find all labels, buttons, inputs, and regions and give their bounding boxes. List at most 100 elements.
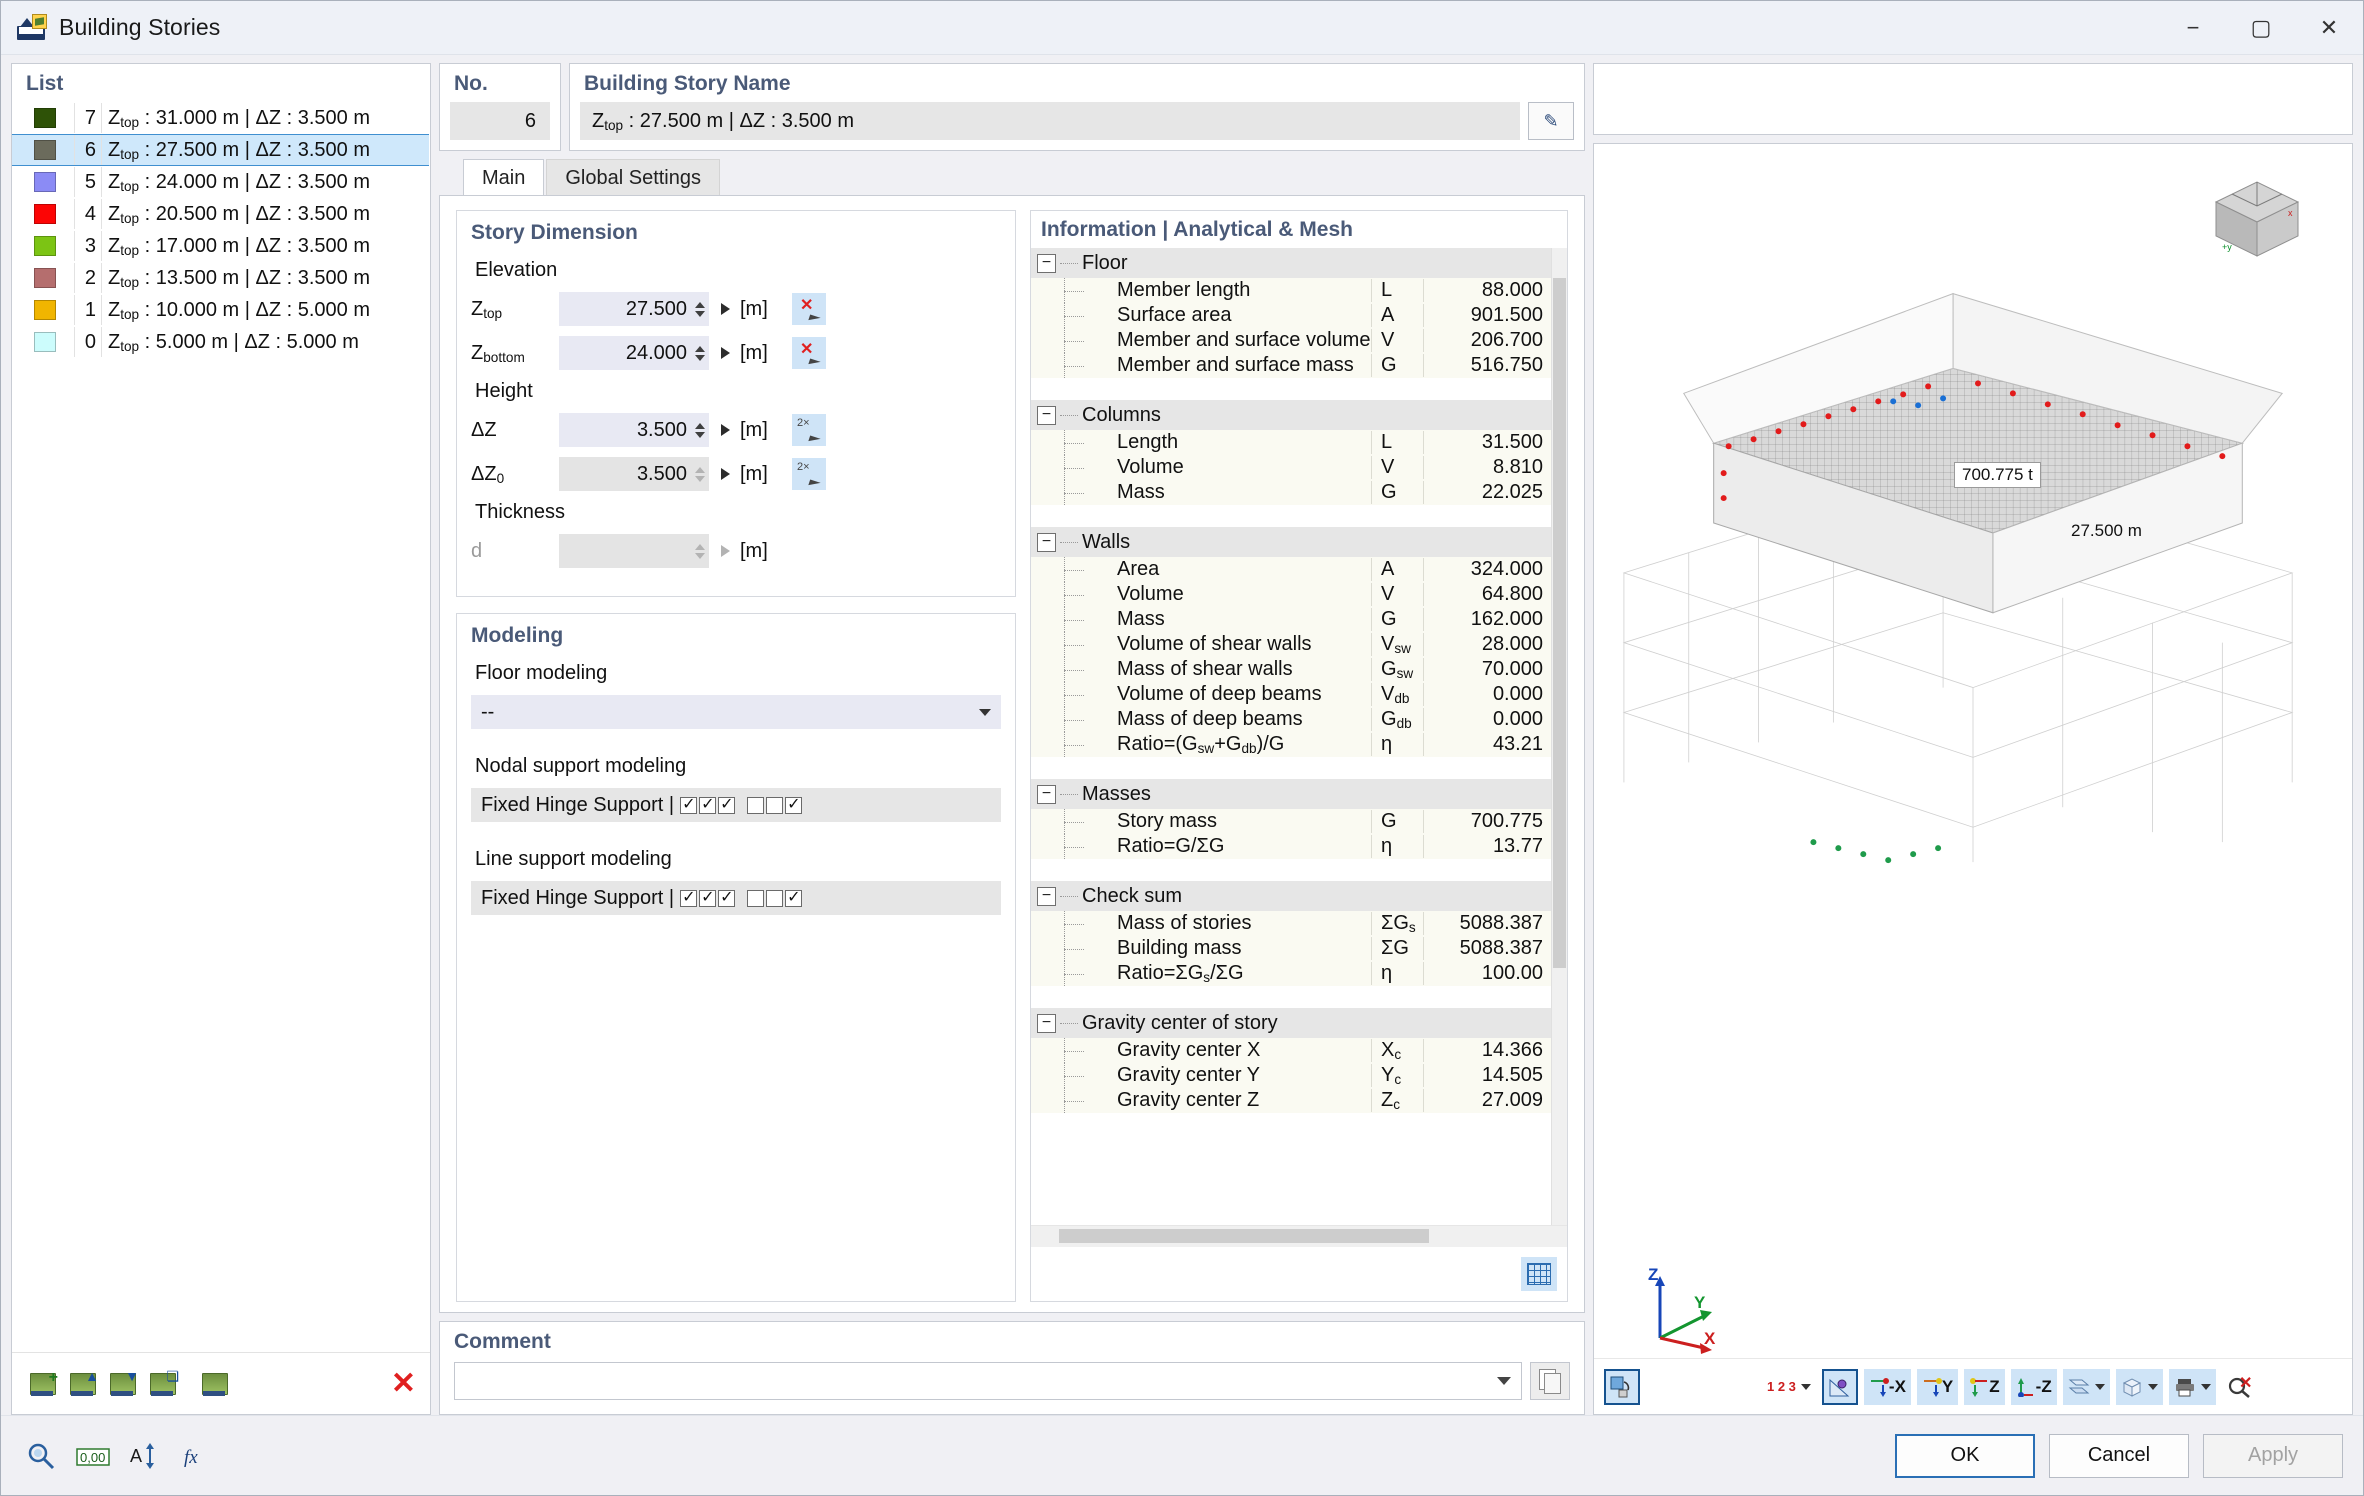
checkbox-uy[interactable] [699, 794, 717, 814]
dz0-expand-icon[interactable] [721, 468, 730, 480]
info-group-header[interactable]: − Walls [1031, 527, 1551, 557]
clear-selection-icon[interactable]: ✕ [2222, 1369, 2258, 1405]
ztop-pick-button[interactable]: ✕ [792, 293, 826, 325]
line-checkbox-phiz[interactable] [785, 887, 803, 907]
zbottom-input[interactable]: 24.000 [559, 336, 709, 370]
delete-story-button[interactable]: ✕ [391, 1368, 416, 1399]
maximize-button[interactable]: ▢ [2227, 1, 2295, 54]
dz-pick-button[interactable]: 2× [792, 414, 826, 446]
copy-icon[interactable] [1530, 1362, 1570, 1400]
ztop-value: 27.500 [625, 297, 687, 320]
zbottom-expand-icon[interactable] [721, 347, 730, 359]
line-checkbox-phiy[interactable] [766, 889, 784, 907]
story-name-input[interactable]: Ztop : 27.500 m | ΔZ : 3.500 m [580, 102, 1520, 140]
chevron-down-icon[interactable] [1497, 1377, 1511, 1385]
edit-name-icon[interactable]: ✎ [1528, 102, 1574, 140]
info-group-header[interactable]: − Gravity center of story [1031, 1008, 1551, 1038]
scroll-thumb[interactable] [1553, 278, 1566, 968]
ztop-input[interactable]: 27.500 [559, 292, 709, 326]
line-support-value-field[interactable]: Fixed Hinge Support | [471, 881, 1001, 915]
renumber-stories-icon[interactable] [198, 1368, 232, 1400]
info-group-header[interactable]: − Masses [1031, 779, 1551, 809]
information-tree[interactable]: − Floor Member length L 88.000 Surface area A 9… [1031, 248, 1551, 1225]
view-minus-z-icon[interactable]: -Z [2010, 1368, 2057, 1405]
collapse-icon[interactable]: − [1037, 886, 1056, 906]
list-item[interactable]: 5 Ztop : 24.000 m | ΔZ : 3.500 m [12, 166, 430, 198]
apply-button[interactable]: Apply [2203, 1433, 2343, 1478]
cancel-button[interactable]: Cancel [2049, 1433, 2189, 1478]
collapse-icon[interactable]: − [1037, 784, 1056, 804]
dz0-input[interactable]: 3.500 [559, 457, 709, 491]
navigation-cube[interactable]: +y x [2202, 172, 2312, 262]
list-item[interactable]: 6 Ztop : 27.500 m | ΔZ : 3.500 m [12, 134, 429, 166]
checkbox-phix[interactable] [747, 796, 765, 814]
hscroll-thumb[interactable] [1059, 1229, 1429, 1243]
units-icon[interactable]: 0,00 [73, 1436, 113, 1476]
list-item[interactable]: 3 Ztop : 17.000 m | ΔZ : 3.500 m [12, 230, 430, 262]
measure-icon[interactable] [1821, 1368, 1858, 1405]
view-x-icon[interactable]: -X [1863, 1368, 1911, 1405]
collapse-icon[interactable]: − [1037, 253, 1056, 273]
info-table-icon[interactable] [1521, 1257, 1557, 1291]
collapse-icon[interactable]: − [1037, 405, 1056, 425]
ztop-stepper[interactable] [695, 301, 709, 317]
tree-guides [1031, 1088, 1117, 1113]
dz-input[interactable]: 3.500 [559, 413, 709, 447]
print-icon[interactable] [2168, 1368, 2216, 1405]
information-horizontal-scrollbar[interactable] [1031, 1225, 1567, 1247]
dz-stepper[interactable] [695, 422, 709, 438]
info-group-header[interactable]: − Floor [1031, 248, 1551, 278]
info-group-header[interactable]: − Check sum [1031, 881, 1551, 911]
chevron-down-icon[interactable] [2147, 1383, 2158, 1390]
dz0-pick-button[interactable]: 2× [792, 458, 826, 490]
line-checkbox-ux[interactable] [680, 887, 698, 907]
find-icon[interactable] [21, 1436, 61, 1476]
dz-expand-icon[interactable] [721, 424, 730, 436]
floor-modeling-select[interactable]: -- [471, 695, 1001, 729]
formula-icon[interactable]: fx [177, 1436, 217, 1476]
ok-button[interactable]: OK [1895, 1433, 2035, 1478]
list-item[interactable]: 0 Ztop : 5.000 m | ΔZ : 5.000 m [12, 326, 430, 358]
nodal-support-value-field[interactable]: Fixed Hinge Support | [471, 788, 1001, 822]
view-z-icon[interactable]: Z [1964, 1368, 2005, 1405]
line-checkbox-uz[interactable] [718, 887, 736, 907]
insert-story-above-icon[interactable]: ▲ [66, 1368, 100, 1400]
tab-global-settings[interactable]: Global Settings [546, 159, 720, 195]
numbering-icon[interactable]: 1 2 3 [1762, 1369, 1816, 1405]
list-item[interactable]: 4 Ztop : 20.500 m | ΔZ : 3.500 m [12, 198, 430, 230]
model-viewport[interactable]: +y x 700.775 t 27.500 m Z Y X 1 2 3 -X Y… [1593, 143, 2353, 1415]
duplicate-story-icon[interactable]: ❏ [146, 1368, 180, 1400]
collapse-icon[interactable]: − [1037, 1013, 1056, 1033]
minimize-button[interactable]: − [2159, 1, 2227, 54]
section-icon[interactable] [2062, 1368, 2110, 1405]
checkbox-phiy[interactable] [766, 796, 784, 814]
chevron-down-icon[interactable] [2094, 1383, 2105, 1390]
information-vertical-scrollbar[interactable] [1551, 248, 1567, 1225]
close-button[interactable]: ✕ [2295, 1, 2363, 54]
info-group-header[interactable]: − Columns [1031, 400, 1551, 430]
chevron-down-icon[interactable] [2200, 1383, 2211, 1390]
ztop-expand-icon[interactable] [721, 303, 730, 315]
render-mode-icon[interactable] [1604, 1368, 1640, 1405]
checkbox-phiz[interactable] [785, 794, 803, 814]
info-group-rows: Gravity center X Xc 14.366 Gravity center Y… [1031, 1038, 1551, 1113]
comment-input[interactable] [454, 1362, 1522, 1400]
story-list[interactable]: 7 Ztop : 31.000 m | ΔZ : 3.500 m 6 Ztop : 2… [12, 102, 430, 1352]
zbottom-pick-button[interactable]: ✕ [792, 337, 826, 369]
insert-story-below-icon[interactable]: ▼ [106, 1368, 140, 1400]
collapse-icon[interactable]: − [1037, 532, 1056, 552]
checkbox-ux[interactable] [680, 794, 698, 814]
settings-icon[interactable]: A [125, 1436, 165, 1476]
tab-main[interactable]: Main [463, 159, 545, 195]
chevron-down-icon[interactable] [1800, 1383, 1811, 1390]
list-item[interactable]: 1 Ztop : 10.000 m | ΔZ : 5.000 m [12, 294, 430, 326]
line-checkbox-phix[interactable] [747, 889, 765, 907]
zbottom-stepper[interactable] [695, 345, 709, 361]
list-item[interactable]: 7 Ztop : 31.000 m | ΔZ : 3.500 m [12, 102, 430, 134]
new-story-icon[interactable]: + [26, 1368, 60, 1400]
checkbox-uz[interactable] [718, 794, 736, 814]
box-view-icon[interactable] [2115, 1368, 2163, 1405]
list-item[interactable]: 2 Ztop : 13.500 m | ΔZ : 3.500 m [12, 262, 430, 294]
view-y-icon[interactable]: Y [1916, 1368, 1959, 1405]
line-checkbox-uy[interactable] [699, 887, 717, 907]
